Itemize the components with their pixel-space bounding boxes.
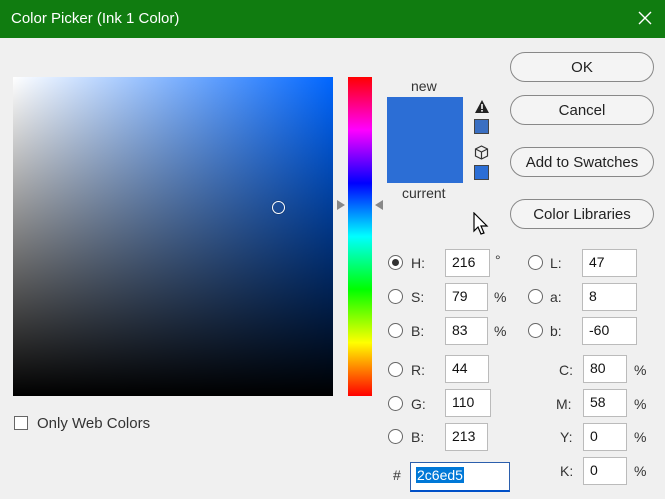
- magenta-input[interactable]: 58: [583, 389, 627, 417]
- current-label: current: [402, 185, 446, 201]
- brightness-radio[interactable]: [388, 323, 403, 338]
- window-title: Color Picker (Ink 1 Color): [11, 10, 180, 27]
- title-bar: Color Picker (Ink 1 Color): [0, 0, 665, 38]
- only-web-colors-checkbox[interactable]: [14, 416, 28, 430]
- hex-label: #: [393, 467, 401, 483]
- hue-label: H:: [411, 255, 425, 271]
- brightness-unit: %: [494, 323, 507, 339]
- lab-l-input[interactable]: 47: [582, 249, 637, 277]
- red-radio[interactable]: [388, 362, 403, 377]
- gamut-color-swatch[interactable]: [474, 119, 489, 134]
- blue-input[interactable]: 213: [445, 423, 488, 451]
- lab-l-label: L:: [550, 255, 562, 271]
- hex-input[interactable]: 2c6ed5: [410, 462, 510, 492]
- color-field[interactable]: [13, 77, 333, 396]
- current-color-swatch[interactable]: [387, 138, 463, 183]
- cyan-unit: %: [634, 362, 647, 378]
- blue-label: B:: [411, 429, 425, 445]
- hue-unit: °: [495, 252, 501, 268]
- hue-slider[interactable]: [348, 77, 372, 396]
- lab-b-label: b:: [550, 323, 562, 339]
- close-button[interactable]: [631, 4, 659, 32]
- saturation-radio[interactable]: [388, 289, 403, 304]
- add-to-swatches-button[interactable]: Add to Swatches: [510, 147, 654, 177]
- color-field-cursor[interactable]: [272, 201, 285, 214]
- yellow-input[interactable]: 0: [583, 423, 627, 451]
- lab-b-radio[interactable]: [528, 323, 543, 338]
- web-safe-cube-icon[interactable]: [474, 145, 489, 160]
- web-safe-color-swatch[interactable]: [474, 165, 489, 180]
- brightness-label: B:: [411, 323, 425, 339]
- black-unit: %: [634, 463, 647, 479]
- ok-button[interactable]: OK: [510, 52, 654, 82]
- yellow-label: Y:: [560, 429, 573, 445]
- lab-a-label: a:: [550, 289, 562, 305]
- hex-input-value: 2c6ed5: [416, 467, 464, 483]
- lab-a-radio[interactable]: [528, 289, 543, 304]
- new-color-swatch: [387, 97, 463, 138]
- blue-radio[interactable]: [388, 429, 403, 444]
- red-input[interactable]: 44: [445, 355, 489, 383]
- only-web-colors-label: Only Web Colors: [37, 415, 151, 432]
- hue-input[interactable]: 216: [445, 249, 490, 277]
- cancel-button[interactable]: Cancel: [510, 95, 654, 125]
- hue-radio[interactable]: [388, 255, 403, 270]
- green-label: G:: [411, 396, 426, 412]
- green-radio[interactable]: [388, 396, 403, 411]
- brightness-input[interactable]: 83: [445, 317, 488, 345]
- magenta-label: M:: [556, 396, 572, 412]
- hue-slider-right-handle[interactable]: [375, 200, 383, 210]
- yellow-unit: %: [634, 429, 647, 445]
- green-input[interactable]: 110: [445, 389, 491, 417]
- cyan-label: C:: [559, 362, 573, 378]
- black-label: K:: [560, 463, 574, 479]
- new-label: new: [411, 78, 437, 94]
- lab-b-input[interactable]: -60: [582, 317, 637, 345]
- magenta-unit: %: [634, 396, 647, 412]
- close-icon: [638, 11, 652, 25]
- saturation-unit: %: [494, 289, 507, 305]
- lab-a-input[interactable]: 8: [582, 283, 637, 311]
- color-libraries-button[interactable]: Color Libraries: [510, 199, 654, 229]
- lab-l-radio[interactable]: [528, 255, 543, 270]
- out-of-gamut-warning-icon[interactable]: [474, 99, 490, 114]
- black-input[interactable]: 0: [583, 457, 627, 485]
- saturation-input[interactable]: 79: [445, 283, 488, 311]
- hue-slider-left-handle[interactable]: [337, 200, 345, 210]
- saturation-label: S:: [411, 289, 425, 305]
- red-label: R:: [411, 362, 425, 378]
- mouse-pointer-icon: [473, 212, 489, 235]
- cyan-input[interactable]: 80: [583, 355, 627, 383]
